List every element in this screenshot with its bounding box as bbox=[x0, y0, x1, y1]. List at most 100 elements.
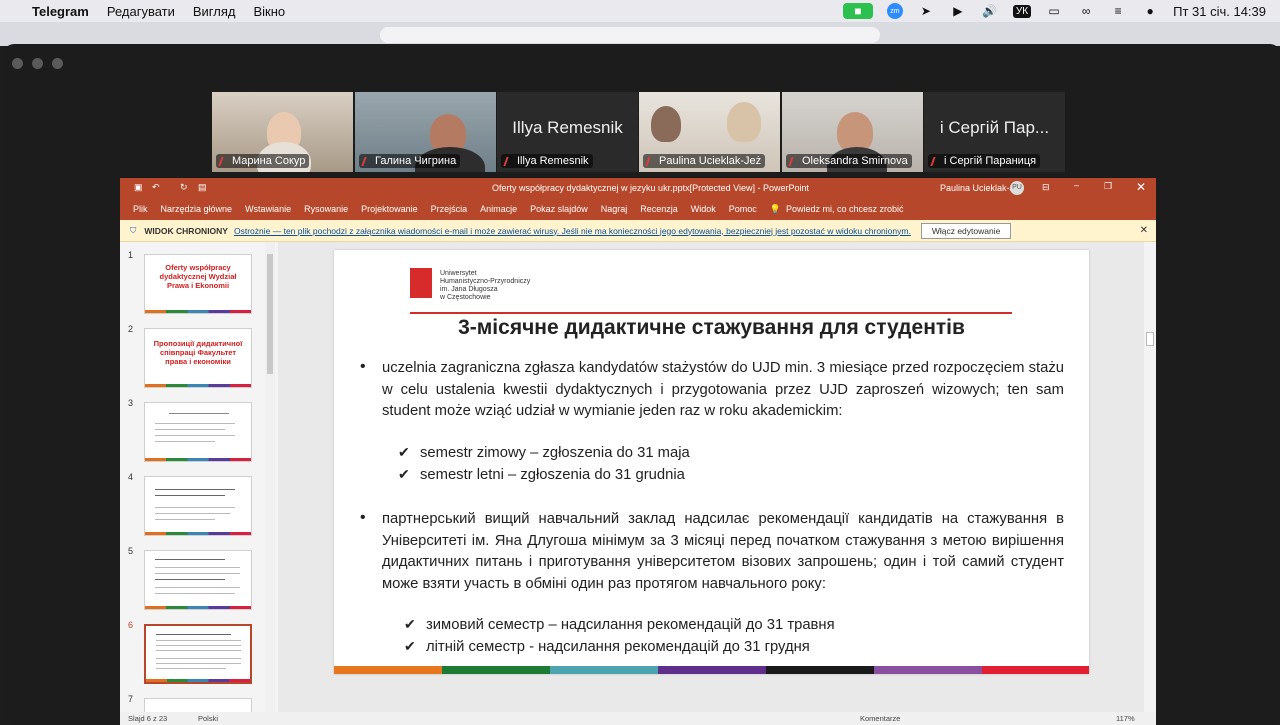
slide-editor: Uniwersytet Humanistyczno-Przyrodniczy im.… bbox=[278, 242, 1144, 712]
tab-view[interactable]: Widok bbox=[691, 204, 716, 214]
tab-transitions[interactable]: Przejścia bbox=[431, 204, 468, 214]
participant-placeholder-name: і Сергій Пар... bbox=[939, 118, 1050, 137]
participant-name: Галина Чигрина bbox=[359, 154, 461, 168]
thumb-number: 7 bbox=[128, 694, 134, 704]
tell-me-search[interactable]: Powiedz mi, co chcesz zrobić bbox=[786, 204, 904, 214]
participant-placeholder-name: Illya Remesnik bbox=[512, 118, 623, 137]
slide-thumbnail[interactable] bbox=[144, 698, 252, 712]
thumb-number: 4 bbox=[128, 472, 134, 482]
clock: Пт 31 січ. 14:39 bbox=[1173, 3, 1266, 19]
participant-tile[interactable]: Oleksandra Smirnova bbox=[782, 92, 923, 172]
check-icon: ✔ bbox=[404, 638, 416, 654]
doc-title: Oferty współpracy dydaktycznej w jezyku … bbox=[492, 183, 809, 193]
participant-name: Illya Remesnik bbox=[501, 154, 593, 168]
ribbon-tabs: Plik Narzędzia główne Wstawianie Rysowan… bbox=[120, 198, 1156, 220]
tab-review[interactable]: Recenzja bbox=[640, 204, 678, 214]
siri-icon[interactable]: ● bbox=[1141, 3, 1159, 19]
check-icon: ✔ bbox=[398, 444, 410, 460]
redo-icon[interactable]: ↻ bbox=[180, 182, 188, 193]
slide-thumbnail[interactable] bbox=[144, 402, 252, 462]
participant-tile[interactable]: і Сергій Пар... і Сергій Параниця bbox=[924, 92, 1065, 172]
protected-view-bar: ⛉ WIDOK CHRONIONY Ostrożnie — ten plik p… bbox=[120, 220, 1156, 242]
tab-help[interactable]: Pomoc bbox=[729, 204, 757, 214]
language[interactable]: Polski bbox=[198, 714, 218, 723]
tab-insert[interactable]: Wstawianie bbox=[245, 204, 291, 214]
zoom-icon[interactable]: zm bbox=[886, 3, 903, 19]
maximize-icon[interactable]: ❐ bbox=[1104, 181, 1112, 192]
participant-name: Paulina Ucieklak-Jeż bbox=[643, 154, 766, 168]
tab-design[interactable]: Projektowanie bbox=[361, 204, 418, 214]
status-bar: Slajd 6 z 23 Polski Komentarze 117% bbox=[120, 712, 1156, 725]
battery-icon[interactable]: ▭ bbox=[1045, 3, 1063, 19]
slide-thumbnail[interactable]: Oferty współpracy dydaktycznej Wydział P… bbox=[144, 254, 252, 314]
tab-record[interactable]: Nagraj bbox=[601, 204, 628, 214]
zoom-level[interactable]: 117% bbox=[1116, 714, 1135, 723]
lightbulb-icon: 💡 bbox=[769, 203, 781, 214]
paragraph-pl: uczelnia zagraniczna zgłasza kandydatów … bbox=[382, 360, 1064, 419]
sub-item: зимовий семестр – надсилання рекомендаці… bbox=[426, 617, 835, 633]
thumbnails-scrollbar[interactable] bbox=[265, 242, 275, 712]
color-strip bbox=[334, 666, 1089, 674]
close-icon[interactable]: ✕ bbox=[1136, 180, 1146, 194]
macos-menubar: Telegram Редагувати Вигляд Вікно ■ zm ➤ … bbox=[0, 0, 1280, 22]
minimize-window-button[interactable] bbox=[32, 58, 43, 69]
sub-item: літній семестр - надсилання рекомендацій… bbox=[426, 639, 810, 655]
tab-home[interactable]: Narzędzia główne bbox=[161, 204, 233, 214]
slide-thumbnail[interactable] bbox=[144, 550, 252, 610]
ribbon-display-icon[interactable]: ⊟ bbox=[1042, 182, 1050, 193]
tab-slideshow[interactable]: Pokaz slajdów bbox=[530, 204, 588, 214]
enable-editing-button[interactable]: Włącz edytowanie bbox=[920, 222, 1012, 239]
current-slide: Uniwersytet Humanistyczno-Przyrodniczy im.… bbox=[334, 250, 1089, 674]
present-icon[interactable]: ▤ bbox=[198, 182, 207, 193]
university-name: Uniwersytet Humanistyczno-Przyrodniczy im.… bbox=[440, 270, 531, 301]
comments-button[interactable]: Komentarze bbox=[860, 714, 900, 723]
paragraph-ua: партнерський вищий навчальний заклад над… bbox=[382, 511, 1064, 592]
background-window bbox=[0, 22, 1280, 46]
minimize-icon[interactable]: – bbox=[1074, 180, 1079, 190]
tab-file[interactable]: Plik bbox=[133, 204, 148, 214]
thumb-number: 1 bbox=[128, 250, 134, 260]
link-icon[interactable]: ∞ bbox=[1077, 3, 1095, 19]
protected-view-message[interactable]: Ostrożnie — ten plik pochodzi z załączni… bbox=[234, 226, 911, 236]
undo-icon[interactable]: ↶ bbox=[152, 182, 160, 193]
slide-thumbnail[interactable]: Пропозиції дидактичної співпраці Факульт… bbox=[144, 328, 252, 388]
zoom-window-button[interactable] bbox=[52, 58, 63, 69]
thumb-number: 2 bbox=[128, 324, 134, 334]
slide-scrollbar[interactable] bbox=[1144, 242, 1156, 712]
control-center-icon[interactable]: ≡ bbox=[1109, 3, 1127, 19]
user-avatar[interactable]: PU bbox=[1010, 181, 1024, 195]
menu-window[interactable]: Вікно bbox=[253, 4, 285, 19]
tab-draw[interactable]: Rysowanie bbox=[304, 204, 348, 214]
powerpoint-window: ▣ ↶ ↻ ▤ Oferty współpracy dydaktycznej w… bbox=[120, 178, 1156, 725]
tab-animations[interactable]: Animacje bbox=[480, 204, 517, 214]
thumb-text: Пропозиції дидактичної співпраці Факульт… bbox=[153, 339, 243, 366]
menu-view[interactable]: Вигляд bbox=[193, 4, 236, 19]
keyboard-language[interactable]: УК bbox=[1012, 4, 1032, 18]
participant-tile[interactable]: Галина Чигрина bbox=[355, 92, 496, 172]
check-icon: ✔ bbox=[404, 616, 416, 632]
volume-icon[interactable]: 🔊 bbox=[981, 3, 999, 19]
close-window-button[interactable] bbox=[12, 58, 23, 69]
sub-item: semestr letni – zgłoszenia do 31 grudnia bbox=[420, 467, 685, 483]
play-icon[interactable]: ▶ bbox=[949, 3, 967, 19]
slide-thumbnail[interactable] bbox=[144, 476, 252, 536]
ppt-titlebar: ▣ ↶ ↻ ▤ Oferty współpracy dydaktycznej w… bbox=[120, 178, 1156, 198]
participant-name: і Сергій Параниця bbox=[928, 154, 1041, 168]
send-icon[interactable]: ➤ bbox=[917, 3, 935, 19]
app-menu-telegram[interactable]: Telegram bbox=[32, 4, 89, 19]
sub-item: semestr zimowy – zgłoszenia do 31 maja bbox=[420, 445, 690, 461]
thumb-number: 6 bbox=[128, 620, 134, 630]
participant-tile[interactable]: Illya Remesnik Illya Remesnik bbox=[497, 92, 638, 172]
camera-icon[interactable]: ■ bbox=[842, 3, 873, 19]
save-icon[interactable]: ▣ bbox=[134, 182, 143, 193]
slide-thumbnail-selected[interactable] bbox=[144, 624, 252, 684]
university-logo bbox=[410, 268, 432, 298]
participant-tile[interactable]: Марина Сокур bbox=[212, 92, 353, 172]
participant-tile-active-speaker[interactable]: Paulina Ucieklak-Jeż bbox=[639, 92, 780, 172]
slide-thumbnails: 1 Oferty współpracy dydaktycznej Wydział… bbox=[120, 242, 278, 712]
protected-view-label: WIDOK CHRONIONY bbox=[144, 225, 228, 236]
close-bar-icon[interactable]: ✕ bbox=[1140, 225, 1148, 236]
shield-icon: ⛉ bbox=[130, 225, 137, 235]
thumb-number: 5 bbox=[128, 546, 134, 556]
menu-edit[interactable]: Редагувати bbox=[107, 4, 175, 19]
